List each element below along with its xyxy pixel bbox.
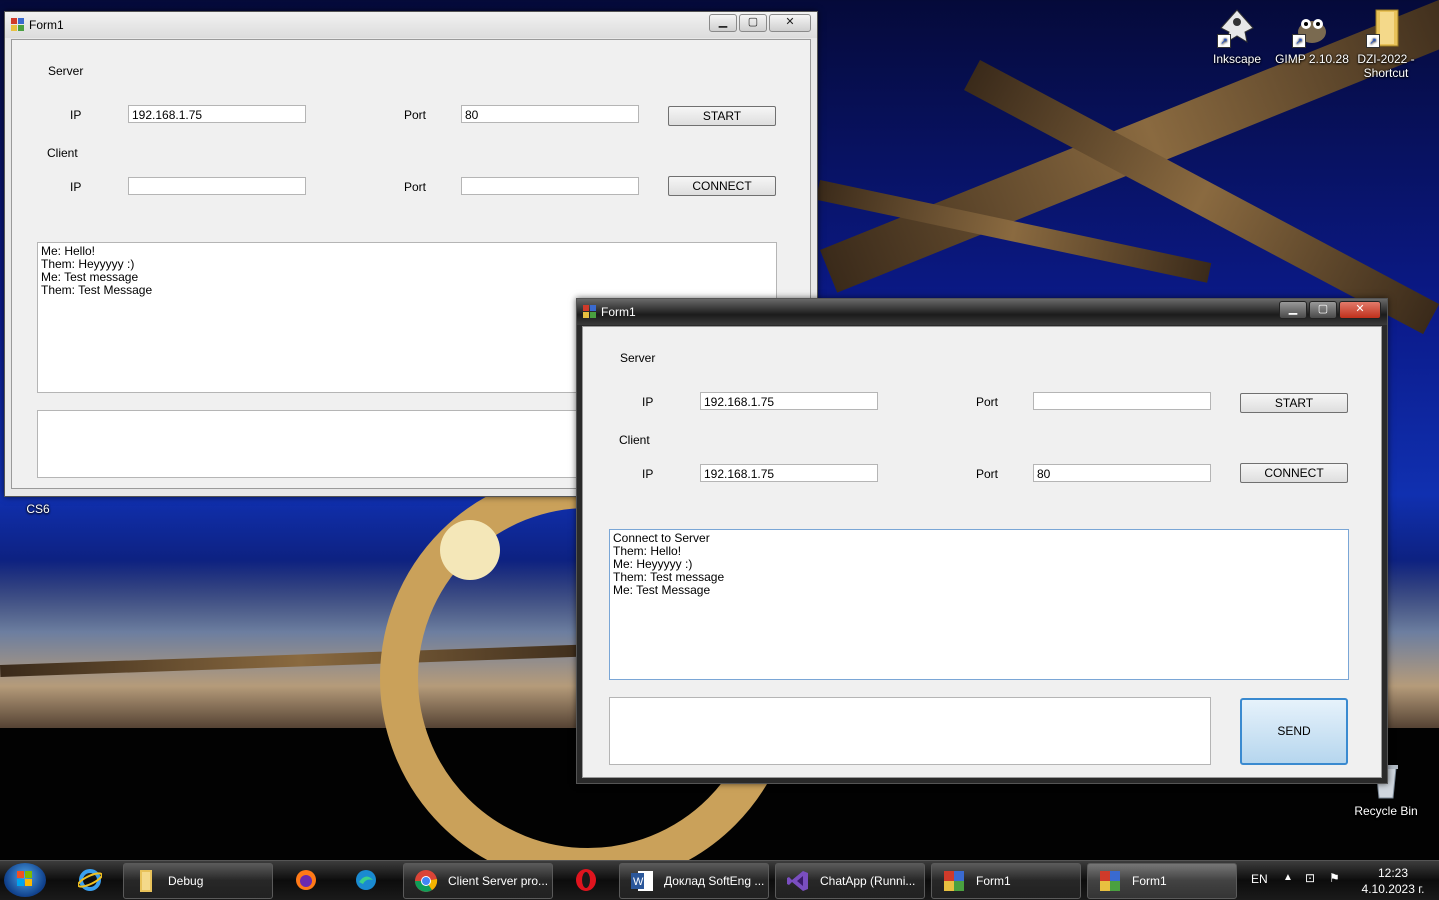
show-hidden-icons-icon[interactable]: ▲ (1283, 872, 1293, 883)
taskbar-pinned-opera[interactable] (560, 863, 612, 897)
network-icon[interactable]: ⊡ (1305, 871, 1315, 885)
task-label: Form1 (976, 874, 1011, 888)
taskbar-task-visual-studio[interactable]: ChatApp (Runni... (775, 863, 925, 899)
language-indicator[interactable]: EN (1251, 872, 1268, 886)
desktop-icon-label: GIMP 2.10.28 (1275, 52, 1349, 66)
taskbar-pinned-firefox[interactable] (280, 863, 332, 897)
task-label: Client Server pro... (448, 874, 549, 888)
server-label: Server (48, 64, 84, 78)
task-label: Form1 (1132, 874, 1167, 888)
desktop-icon-dzi-shortcut[interactable]: ↗ DZI-2022 - Shortcut (1348, 8, 1424, 80)
visual-studio-icon (787, 871, 808, 891)
client-port-label: Port (404, 180, 427, 194)
taskbar-task-word[interactable]: W Доклад SoftEng ... (619, 863, 769, 899)
client-port-input[interactable] (461, 177, 639, 195)
start-button[interactable]: START (1240, 393, 1348, 413)
chat-line: Them: Heyyyyy :) (41, 257, 135, 271)
taskbar-task-debug[interactable]: Debug (123, 863, 273, 899)
clock-date: 4.10.2023 г. (1361, 882, 1425, 896)
folder-icon (140, 870, 152, 892)
windows-logo-icon (17, 871, 32, 886)
start-button[interactable]: START (668, 106, 776, 126)
client-ip-input[interactable]: 192.168.1.75 (700, 464, 878, 482)
firefox-icon (296, 870, 316, 890)
start-button[interactable] (4, 863, 46, 897)
title-bar[interactable]: Form1 ▁ ▢ ✕ (577, 299, 1387, 325)
server-port-label: Port (404, 108, 427, 122)
client-port-label: Port (976, 467, 999, 481)
desktop-partial-label: CS6 (26, 502, 50, 516)
chat-line: Me: Hello! (41, 244, 96, 258)
form-client-area: Server IP 192.168.1.75 Port START Client… (582, 326, 1382, 778)
client-ip-label: IP (642, 467, 654, 481)
minimize-button[interactable]: ▁ (709, 14, 737, 32)
client-label: Client (619, 433, 650, 447)
desktop-icon-inkscape[interactable]: ↗ Inkscape (1199, 8, 1275, 66)
taskbar-task-form1-active[interactable]: Form1 (1087, 863, 1237, 899)
taskbar-task-form1[interactable]: Form1 (931, 863, 1081, 899)
desktop-icon-label: DZI-2022 - Shortcut (1357, 52, 1415, 80)
wallpaper-wheel-center (440, 520, 500, 580)
server-port-input[interactable] (1033, 392, 1211, 410)
desktop-icon-label: Recycle Bin (1354, 804, 1418, 818)
server-ip-label: IP (642, 395, 654, 409)
connect-button[interactable]: CONNECT (668, 176, 776, 196)
server-port-label: Port (976, 395, 999, 409)
server-ip-input[interactable]: 192.168.1.75 (700, 392, 878, 410)
window-title: Form1 (601, 305, 636, 319)
minimize-button[interactable]: ▁ (1279, 301, 1307, 319)
server-port-input[interactable]: 80 (461, 105, 639, 123)
taskbar-pinned-ie[interactable] (64, 863, 116, 897)
taskbar: Debug Client Server pro... W Доклад Soft… (0, 860, 1439, 900)
maximize-button[interactable]: ▢ (1309, 301, 1337, 319)
chat-line: Them: Test Message (41, 283, 153, 297)
window-title: Form1 (29, 18, 64, 32)
form-app-icon (944, 871, 964, 891)
system-tray: EN ▲ ⊡ ⚑ 12:23 4.10.2023 г. (1239, 861, 1439, 900)
chat-line: Them: Test message (613, 570, 725, 584)
form-app-icon (11, 18, 25, 32)
taskbar-pinned-edge[interactable] (340, 863, 392, 897)
form1-window-front[interactable]: Form1 ▁ ▢ ✕ Server IP 192.168.1.75 Port … (576, 298, 1388, 784)
gimp-icon: ↗ (1292, 8, 1332, 48)
maximize-button[interactable]: ▢ (739, 14, 767, 32)
form-app-icon (583, 305, 597, 319)
clock-time: 12:23 (1377, 866, 1409, 880)
client-ip-label: IP (70, 180, 82, 194)
task-label: ChatApp (Runni... (820, 874, 916, 888)
title-bar[interactable]: Form1 ▁ ▢ ✕ (5, 12, 817, 38)
clock[interactable]: 12:23 4.10.2023 г. (1353, 865, 1433, 897)
close-button[interactable]: ✕ (769, 14, 811, 32)
connect-button[interactable]: CONNECT (1240, 463, 1348, 483)
taskbar-task-chrome[interactable]: Client Server pro... (403, 863, 553, 899)
internet-explorer-icon (78, 869, 102, 891)
folder-icon: ↗ (1366, 8, 1406, 48)
message-input[interactable] (609, 697, 1211, 765)
client-ip-input[interactable] (128, 177, 306, 195)
desktop-icon-label: Inkscape (1212, 52, 1262, 66)
word-icon: W (631, 871, 653, 891)
close-button[interactable]: ✕ (1339, 301, 1381, 319)
task-label: Доклад SoftEng ... (664, 874, 765, 888)
svg-text:W: W (633, 876, 644, 888)
opera-icon (576, 869, 596, 891)
chrome-icon (415, 870, 438, 892)
form-app-icon (1100, 871, 1120, 891)
send-button[interactable]: SEND (1240, 698, 1348, 765)
client-port-input[interactable]: 80 (1033, 464, 1211, 482)
edge-icon (356, 870, 376, 890)
chat-line: Connect to Server (613, 531, 710, 545)
server-label: Server (620, 351, 656, 365)
inkscape-icon: ↗ (1217, 8, 1257, 48)
server-ip-label: IP (70, 108, 82, 122)
chat-line: Them: Hello! (613, 544, 682, 558)
chat-line: Me: Test Message (613, 583, 711, 597)
task-label: Debug (168, 874, 204, 888)
client-label: Client (47, 146, 78, 160)
action-center-flag-icon[interactable]: ⚑ (1329, 871, 1340, 885)
chat-log[interactable]: Connect to Server Them: Hello! Me: Heyyy… (609, 529, 1349, 680)
desktop-icon-gimp[interactable]: ↗ GIMP 2.10.28 (1274, 8, 1350, 66)
server-ip-input[interactable]: 192.168.1.75 (128, 105, 306, 123)
